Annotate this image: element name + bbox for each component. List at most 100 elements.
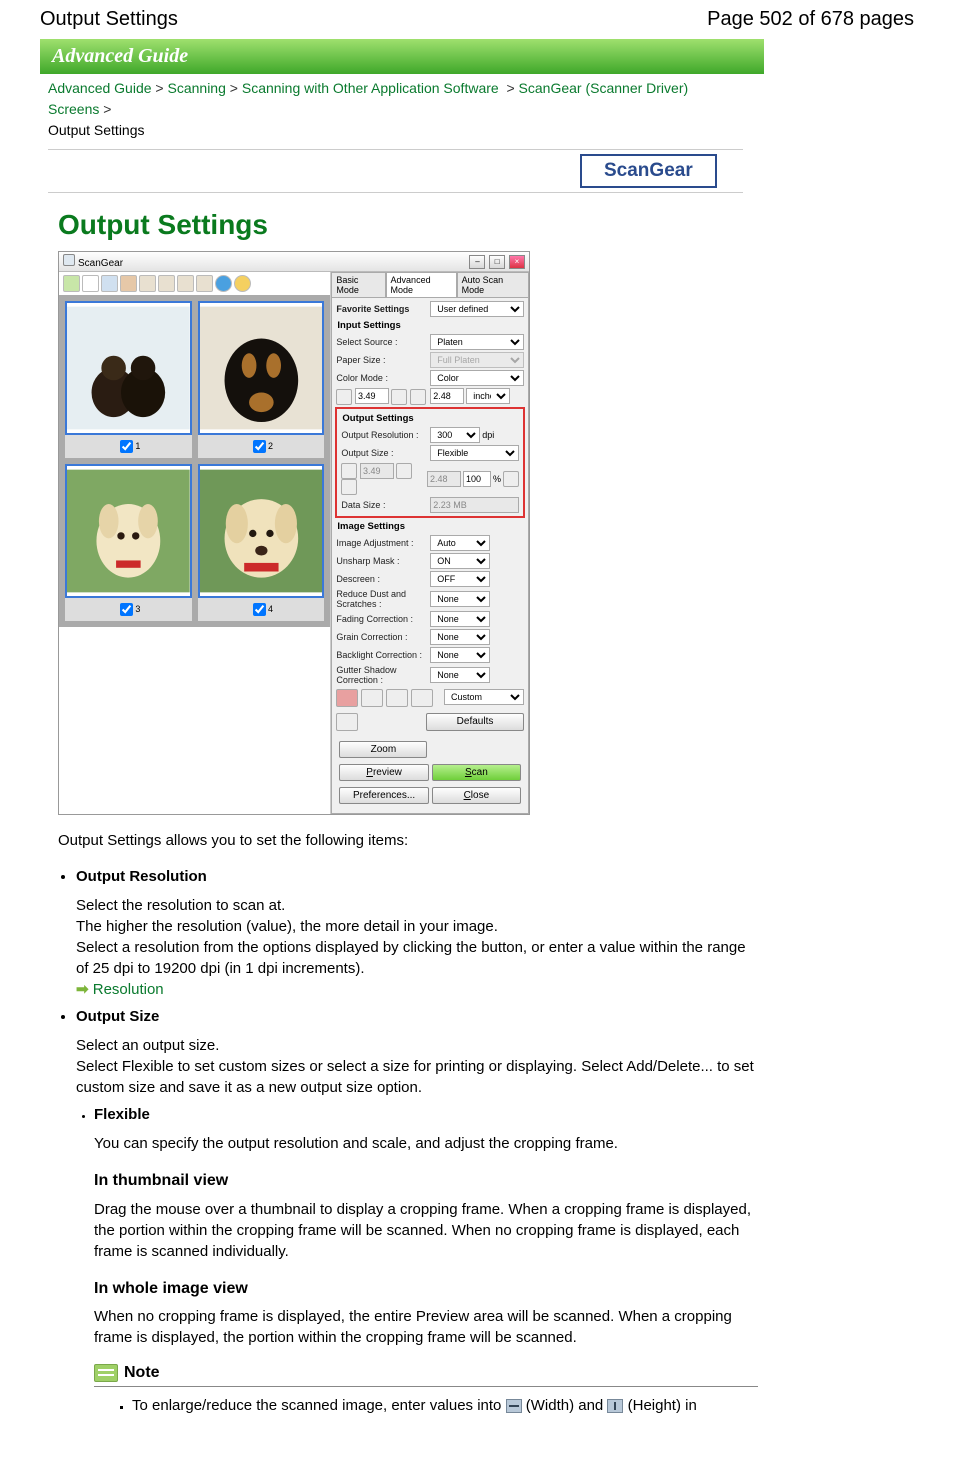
toolbar-icon[interactable] — [177, 275, 194, 292]
tab-advanced-mode[interactable]: Advanced Mode — [386, 272, 457, 297]
note-header: Note — [94, 1362, 758, 1387]
thumb-checkbox-3[interactable] — [120, 603, 133, 616]
info-icon[interactable] — [215, 275, 232, 292]
favorite-settings-select[interactable]: User defined — [430, 301, 524, 317]
link-icon[interactable] — [396, 463, 412, 479]
thumbnail-3[interactable]: 3 — [65, 464, 192, 621]
toolbar-icon[interactable] — [139, 275, 156, 292]
thumbnail-2[interactable]: 2 — [198, 301, 325, 458]
image-setting-label: Image Adjustment : — [336, 538, 430, 548]
breadcrumb-current: Output Settings — [48, 122, 145, 138]
preview-button[interactable]: PPreviewreview — [339, 764, 428, 781]
size-desc-2: Select Flexible to set custom sizes or s… — [76, 1056, 758, 1098]
thumbnail-4[interactable]: 4 — [198, 464, 325, 621]
image-setting-select[interactable]: Auto — [430, 535, 490, 551]
width-icon — [341, 463, 357, 479]
height-icon — [410, 389, 426, 405]
input-settings-head: Input Settings — [334, 318, 526, 333]
output-resolution-heading: Output Resolution — [76, 868, 207, 885]
breadcrumb-link-advanced-guide[interactable]: Advanced Guide — [48, 80, 152, 96]
custom-select[interactable]: Custom — [444, 689, 524, 705]
breadcrumb-link-scanning[interactable]: Scanning — [168, 80, 226, 96]
toolbar-icon[interactable] — [82, 275, 99, 292]
scan-button[interactable]: ScanScan — [432, 764, 521, 781]
data-size-value — [430, 497, 519, 513]
help-icon[interactable] — [234, 275, 251, 292]
histogram-icon[interactable] — [386, 689, 408, 707]
thumb-index-4: 4 — [268, 604, 273, 614]
preview-area: 1 2 3 4 — [59, 295, 330, 627]
thumb-index-2: 2 — [268, 441, 273, 451]
image-setting-select[interactable]: None — [430, 629, 490, 645]
toolbar-icon[interactable] — [120, 275, 137, 292]
favorite-settings-label: Favorite Settings — [336, 304, 430, 314]
image-setting-select[interactable]: ON — [430, 553, 490, 569]
image-setting-select[interactable]: OFF — [430, 571, 490, 587]
window-title: ScanGear — [78, 258, 123, 269]
tab-auto-scan-mode[interactable]: Auto Scan Mode — [457, 272, 529, 297]
breadcrumb: Advanced Guide > Scanning > Scanning wit… — [40, 74, 716, 145]
close-button[interactable]: × — [509, 255, 525, 269]
output-resolution-label: Output Resolution : — [341, 430, 430, 440]
tone-curve-icon[interactable] — [411, 689, 433, 707]
thumb-index-1: 1 — [135, 441, 140, 451]
toolbar-icon[interactable] — [101, 275, 118, 292]
preferences-button[interactable]: Preferences... — [339, 787, 428, 804]
color-mode-field[interactable]: Color — [430, 370, 524, 386]
zoom-button[interactable]: Zoom — [339, 741, 427, 758]
image-settings-head: Image Settings — [334, 519, 526, 534]
thumb-index-3: 3 — [135, 604, 140, 614]
defaults-button[interactable]: Defaults — [426, 713, 524, 731]
close-app-button[interactable]: CloseClose — [432, 787, 521, 804]
window-titlebar: ScanGear – □ × — [59, 252, 529, 272]
brightness-icon[interactable] — [361, 689, 383, 707]
note-icon — [94, 1364, 118, 1382]
note-label: Note — [124, 1362, 160, 1384]
image-setting-label: Backlight Correction : — [336, 650, 430, 660]
output-width-field — [360, 463, 394, 479]
note-item: To enlarge/reduce the scanned image, ent… — [132, 1395, 758, 1416]
output-scale-field[interactable] — [463, 471, 491, 487]
whole-image-view-heading: In whole image view — [94, 1278, 758, 1300]
input-height-field[interactable] — [430, 388, 464, 404]
width-icon — [336, 389, 352, 405]
toolbar-icon[interactable] — [158, 275, 175, 292]
guide-banner: Advanced Guide — [40, 39, 764, 74]
output-size-field[interactable]: Flexible — [430, 445, 519, 461]
select-source-field[interactable]: Platen — [430, 334, 524, 350]
note-text-c: (Height) in — [628, 1397, 697, 1414]
tab-basic-mode[interactable]: Basic Mode — [331, 272, 385, 297]
final-review-icon[interactable] — [336, 713, 358, 731]
thumbnail-1[interactable]: 1 — [65, 301, 192, 458]
flexible-heading: Flexible — [94, 1106, 150, 1123]
image-setting-label: Grain Correction : — [336, 632, 430, 642]
resolution-link[interactable]: Resolution — [93, 981, 164, 998]
image-setting-select[interactable]: None — [430, 611, 490, 627]
whole-image-view-desc: When no cropping frame is displayed, the… — [94, 1306, 758, 1348]
thumb-checkbox-2[interactable] — [253, 440, 266, 453]
thumb-checkbox-4[interactable] — [253, 603, 266, 616]
image-setting-select[interactable]: None — [430, 667, 490, 683]
output-settings-group: Output Settings Output Resolution :300dp… — [335, 407, 525, 519]
section-heading: Output Settings — [58, 209, 914, 241]
input-width-field[interactable] — [355, 388, 389, 404]
toolbar-icon[interactable] — [196, 275, 213, 292]
res-desc-1: Select the resolution to scan at. — [76, 895, 758, 916]
maximize-button[interactable]: □ — [489, 255, 505, 269]
thumbnail-view-desc: Drag the mouse over a thumbnail to displ… — [94, 1199, 758, 1262]
image-setting-select[interactable]: None — [430, 591, 490, 607]
breadcrumb-link-scanning-other-app[interactable]: Scanning with Other Application Software — [242, 80, 499, 96]
mode-tabs: Basic Mode Advanced Mode Auto Scan Mode — [331, 272, 529, 297]
swap-icon[interactable] — [391, 389, 407, 405]
color-adjust-icon[interactable] — [336, 689, 358, 707]
height-icon — [607, 1399, 623, 1413]
toolbar-icon[interactable] — [63, 275, 80, 292]
image-setting-select[interactable]: None — [430, 647, 490, 663]
output-resolution-field[interactable]: 300 — [430, 427, 480, 443]
thumb-checkbox-1[interactable] — [120, 440, 133, 453]
orientation-icon[interactable] — [503, 471, 519, 487]
arrow-icon: ➡ — [76, 981, 89, 998]
image-setting-label: Fading Correction : — [336, 614, 430, 624]
minimize-button[interactable]: – — [469, 255, 485, 269]
input-unit-select[interactable]: inches — [466, 388, 510, 404]
